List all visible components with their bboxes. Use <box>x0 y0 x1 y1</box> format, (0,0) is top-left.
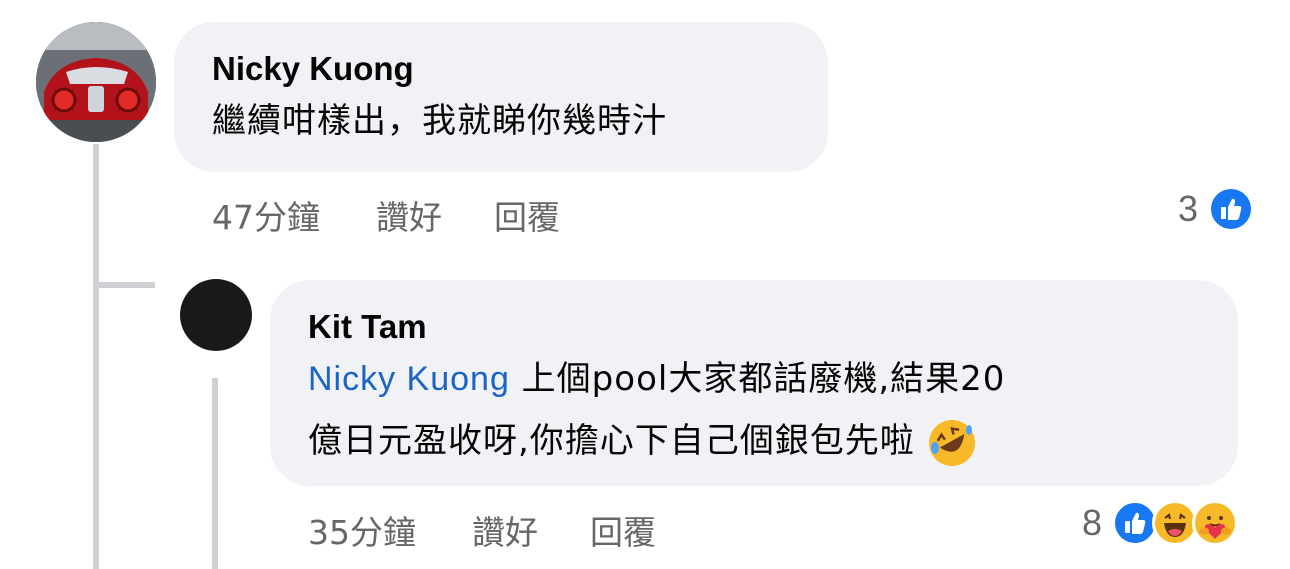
avatar[interactable] <box>36 22 156 142</box>
avatar[interactable] <box>180 279 252 351</box>
comment-bubble: Nicky Kuong 繼續咁樣出，我就睇你幾時汁 <box>174 22 828 172</box>
comment-time[interactable]: 35分鐘 <box>308 506 416 554</box>
comment-text: 繼續咁樣出，我就睇你幾時汁 <box>212 101 667 141</box>
like-button[interactable]: 讚好 <box>376 191 442 239</box>
rolling-on-floor-laughing-icon <box>927 418 977 468</box>
car-photo-icon <box>36 22 156 142</box>
like-icon <box>1208 186 1255 232</box>
thread-line <box>93 144 99 569</box>
like-button[interactable]: 讚好 <box>472 506 538 554</box>
reaction-count: 3 <box>1178 188 1199 229</box>
comment-text-line1: 上個pool大家都話廢機,結果20 <box>509 359 1006 399</box>
comment-text: Nicky Kuong 上個pool大家都話廢機,結果20 億日元盈收呀,你擔心… <box>308 348 1200 472</box>
reply-connector <box>93 282 155 288</box>
comment-author[interactable]: Kit Tam <box>308 306 1200 348</box>
comment-actions: 47分鐘 讚好 回覆 <box>212 191 612 239</box>
reply-thread-line <box>212 378 218 569</box>
reaction-count: 8 <box>1082 502 1103 543</box>
mention-link[interactable]: Nicky Kuong <box>308 360 510 398</box>
comment-time[interactable]: 47分鐘 <box>212 191 320 239</box>
reaction-summary[interactable]: 8 <box>1082 500 1239 546</box>
comment-bubble: Kit Tam Nicky Kuong 上個pool大家都話廢機,結果20 億日… <box>270 280 1238 486</box>
reply-button[interactable]: 回覆 <box>494 191 560 239</box>
reply-button[interactable]: 回覆 <box>590 506 656 554</box>
comment-author[interactable]: Nicky Kuong <box>212 48 790 90</box>
comment-text-line2: 億日元盈收呀,你擔心下自己個銀包先啦 <box>308 421 915 461</box>
reaction-summary[interactable]: 3 <box>1178 186 1255 232</box>
care-icon <box>1192 500 1239 546</box>
comment-actions: 35分鐘 讚好 回覆 <box>308 506 708 554</box>
